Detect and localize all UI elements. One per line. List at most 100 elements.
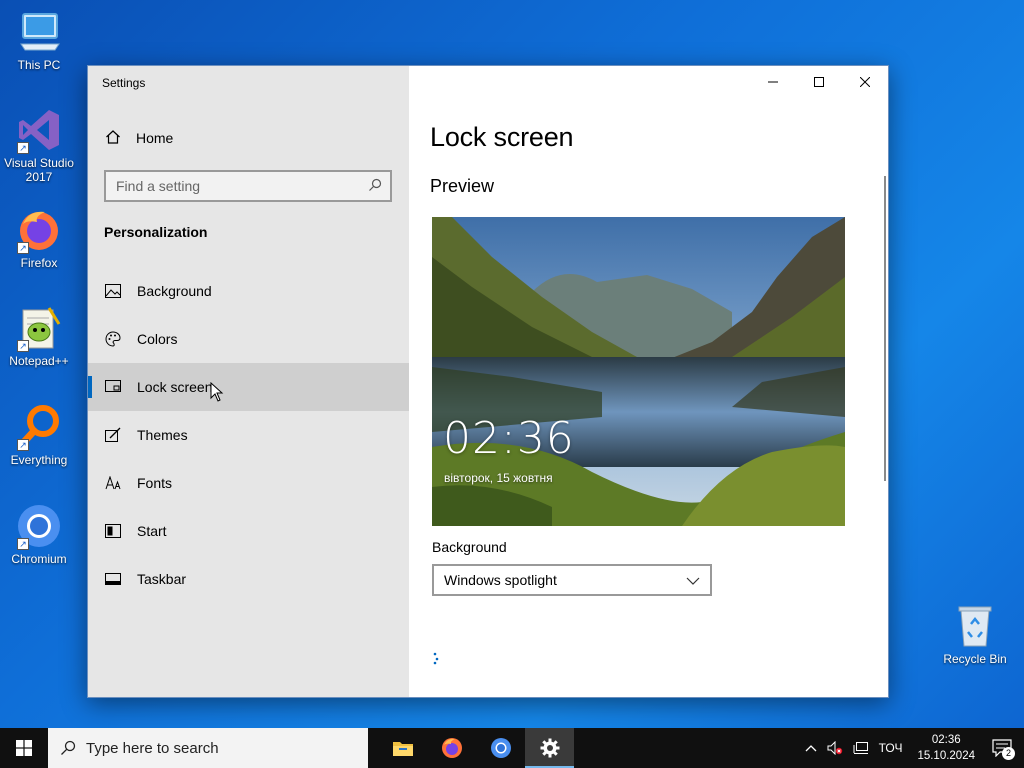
desktop-icon-label: Recycle Bin: [943, 652, 1007, 666]
firefox-icon: ↗: [15, 206, 63, 254]
desktop-icon-notepadpp[interactable]: ↗ Notepad++: [1, 304, 77, 368]
nav-home-label: Home: [136, 130, 174, 146]
taskbar-search-text: Type here to search: [86, 739, 219, 757]
search-icon[interactable]: [368, 178, 382, 195]
personalization-nav: Background Colors Lock screen Themes Fon…: [88, 267, 409, 603]
maximize-icon: [814, 77, 824, 87]
preview-date: вівторок, 15 жовтня: [444, 471, 553, 485]
nav-home[interactable]: Home: [88, 122, 409, 154]
windows-logo-icon: [16, 740, 32, 756]
clock-date: 15.10.2024: [917, 750, 975, 762]
system-tray: ТОЧ 02:36 15.10.2024 2: [800, 728, 1024, 768]
desktop-icon-label: Chromium: [11, 552, 67, 566]
page-title: Lock screen: [430, 122, 574, 152]
action-center-button[interactable]: 2: [992, 739, 1015, 760]
chevron-down-icon: [686, 572, 700, 588]
notification-badge: 2: [1002, 747, 1015, 760]
minimize-icon: [768, 81, 778, 83]
taskbar-icon: [104, 570, 122, 588]
background-dropdown-value: Windows spotlight: [444, 572, 557, 588]
taskbar-settings[interactable]: [525, 728, 574, 768]
network-icon[interactable]: [853, 741, 869, 755]
close-icon: [860, 77, 870, 87]
window-title: Settings: [102, 76, 146, 90]
nav-item-label: Start: [137, 523, 167, 539]
scrollbar[interactable]: [884, 176, 886, 481]
find-setting-input[interactable]: [116, 178, 368, 194]
desktop-icon-label: Everything: [10, 453, 68, 467]
volume-muted-icon[interactable]: [827, 741, 843, 755]
palette-icon: [104, 330, 122, 348]
preview-heading: Preview: [430, 176, 495, 196]
image-icon: [104, 282, 122, 300]
nav-item-label: Fonts: [137, 475, 173, 491]
start-button[interactable]: [0, 728, 48, 768]
background-label: Background: [432, 539, 507, 555]
section-title: Personalization: [104, 224, 208, 240]
visual-studio-icon: ↗: [15, 106, 63, 154]
settings-window: Settings Home Personalization Background: [87, 65, 889, 698]
shortcut-arrow-icon: ↗: [17, 439, 29, 451]
minimize-button[interactable]: [750, 66, 796, 98]
nav-item-fonts[interactable]: Fonts: [88, 459, 409, 507]
preview-time: 02:36: [443, 413, 575, 464]
maximize-button[interactable]: [796, 66, 842, 98]
show-hidden-icons-button[interactable]: [805, 744, 817, 752]
desktop-icon-label: Visual Studio 2017: [4, 156, 74, 184]
taskbar-search-box[interactable]: Type here to search: [48, 728, 368, 768]
home-icon: [105, 129, 121, 148]
settings-sidebar: Settings Home Personalization Background: [88, 66, 409, 697]
lock-screen-icon: [104, 378, 122, 396]
desktop-icon-firefox[interactable]: ↗ Firefox: [1, 206, 77, 270]
input-language-indicator[interactable]: ТОЧ: [879, 741, 903, 755]
desktop-icon-label: This PC: [17, 58, 61, 72]
gear-icon: [540, 738, 559, 758]
chromium-icon: [490, 738, 511, 758]
magnifier-icon: ↗: [15, 403, 63, 451]
desktop-icon-visual-studio[interactable]: ↗ Visual Studio 2017: [1, 106, 77, 184]
clock-time: 02:36: [931, 734, 961, 746]
close-button[interactable]: [842, 66, 888, 98]
mouse-cursor-icon: [210, 381, 224, 407]
search-icon: [61, 740, 76, 755]
taskbar-file-explorer[interactable]: [378, 728, 427, 768]
nav-item-background[interactable]: Background: [88, 267, 409, 315]
nav-item-label: Background: [137, 283, 212, 299]
taskbar-firefox[interactable]: [427, 728, 476, 768]
nav-item-taskbar[interactable]: Taskbar: [88, 555, 409, 603]
nav-item-themes[interactable]: Themes: [88, 411, 409, 459]
folder-icon: [392, 742, 413, 756]
find-setting-box: [104, 170, 392, 202]
settings-content: Lock screen Preview 02:36 вівторок, 15 ж…: [409, 66, 888, 697]
desktop-icon-everything[interactable]: ↗ Everything: [1, 403, 77, 467]
recycle-bin-icon: [951, 602, 999, 650]
chromium-icon: ↗: [15, 502, 63, 550]
nav-item-label: Taskbar: [137, 571, 187, 587]
brush-icon: [104, 426, 122, 444]
nav-item-colors[interactable]: Colors: [88, 315, 409, 363]
desktop-icon-chromium[interactable]: ↗ Chromium: [1, 502, 77, 566]
nav-item-start[interactable]: Start: [88, 507, 409, 555]
desktop-icon-label: Firefox: [20, 256, 58, 270]
nav-item-label: Colors: [137, 331, 178, 347]
firefox-icon: [441, 738, 462, 758]
desktop-icon-recycle-bin[interactable]: Recycle Bin: [937, 602, 1013, 666]
taskbar-clock[interactable]: 02:36 15.10.2024: [917, 732, 975, 764]
shortcut-arrow-icon: ↗: [17, 538, 29, 550]
desktop-icon-this-pc[interactable]: This PC: [1, 8, 77, 72]
notepadpp-icon: ↗: [15, 304, 63, 352]
taskbar-apps: [378, 728, 574, 768]
lock-screen-preview: 02:36 вівторок, 15 жовтня: [432, 217, 845, 526]
desktop-icon-label: Notepad++: [9, 354, 69, 368]
nav-item-lock-screen[interactable]: Lock screen: [88, 363, 409, 411]
start-icon: [104, 522, 122, 540]
nav-item-label: Lock screen: [137, 379, 213, 395]
taskbar-chromium[interactable]: [476, 728, 525, 768]
loading-spinner-icon: [432, 651, 442, 672]
font-icon: [104, 474, 122, 492]
computer-icon: [15, 8, 63, 56]
shortcut-arrow-icon: ↗: [17, 142, 29, 154]
chevron-up-icon: [805, 745, 817, 752]
background-dropdown[interactable]: Windows spotlight: [432, 564, 712, 596]
shortcut-arrow-icon: ↗: [17, 340, 29, 352]
